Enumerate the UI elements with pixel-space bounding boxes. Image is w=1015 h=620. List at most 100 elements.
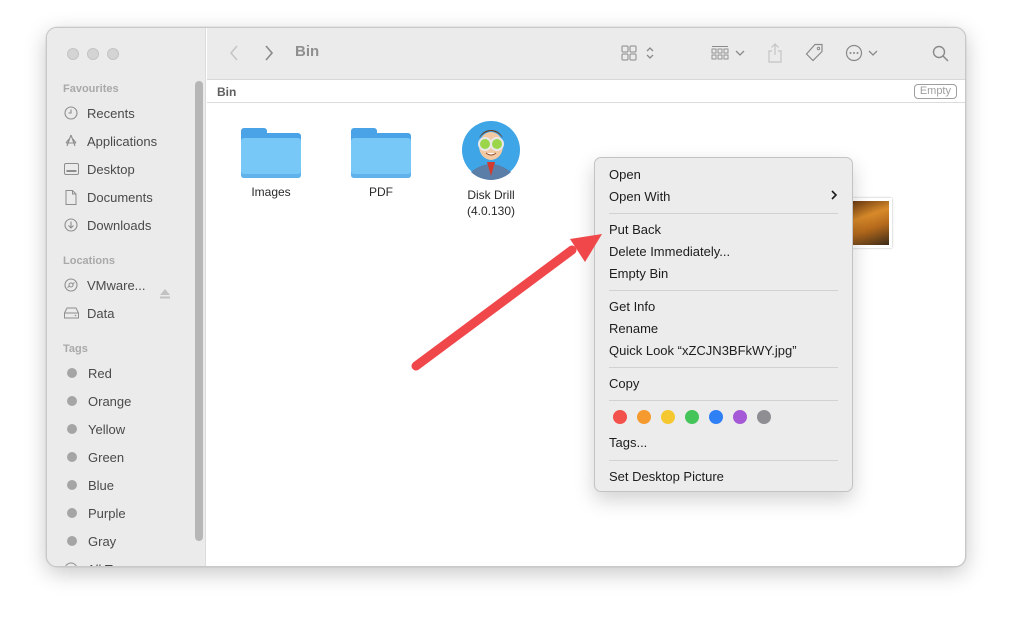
sidebar-item-label: Documents xyxy=(87,189,153,205)
tag-color-row xyxy=(613,410,771,424)
sidebar-tag-blue[interactable]: Blue xyxy=(63,475,183,495)
tag-green-button[interactable] xyxy=(685,410,699,424)
sidebar-item-desktop[interactable]: Desktop xyxy=(63,159,183,179)
sidebar-tag-all[interactable]: All Tags... xyxy=(63,559,183,566)
location-name: Bin xyxy=(217,85,237,99)
sidebar-tag-gray[interactable]: Gray xyxy=(63,531,183,551)
share-icon xyxy=(768,43,782,63)
menu-separator xyxy=(609,460,838,461)
disc-icon xyxy=(63,277,79,293)
sidebar-item-recents[interactable]: Recents xyxy=(63,103,183,123)
image-thumbnail[interactable] xyxy=(850,198,892,248)
sidebar-item-label: VMware... xyxy=(87,277,146,293)
group-icon xyxy=(711,46,729,60)
sidebar-item-label: Data xyxy=(87,305,115,321)
menu-separator xyxy=(609,400,838,401)
file-name: Disk Drill (4.0.130) xyxy=(446,187,536,219)
tags-heading: Tags xyxy=(63,343,88,355)
tag-orange-button[interactable] xyxy=(637,410,651,424)
sidebar-item-label: Green xyxy=(88,449,125,465)
sidebar-item-documents[interactable]: Documents xyxy=(63,187,183,207)
menu-item-copy[interactable]: Copy xyxy=(609,374,838,394)
toolbar: Bin xyxy=(207,28,965,80)
menu-item-label: Open With xyxy=(609,189,671,204)
tag-icon xyxy=(805,43,823,62)
chevron-down-icon xyxy=(735,50,745,56)
sidebar-tag-green[interactable]: Green xyxy=(63,447,183,467)
menu-item-empty-bin[interactable]: Empty Bin xyxy=(609,264,838,284)
tag-dot-icon xyxy=(67,452,77,462)
sidebar-item-label: Desktop xyxy=(87,161,135,177)
menu-item-delete-immediately[interactable]: Delete Immediately... xyxy=(609,242,838,262)
file-name: Images xyxy=(251,185,291,199)
sidebar: Favourites Recents Applications Desktop … xyxy=(47,28,206,566)
locations-heading: Locations xyxy=(63,255,115,267)
all-tags-icon xyxy=(63,561,79,566)
drive-icon xyxy=(63,305,79,321)
sidebar-item-label: Blue xyxy=(88,477,115,493)
icon-grid-icon xyxy=(621,45,637,61)
sidebar-item-data[interactable]: Data xyxy=(63,303,183,323)
tag-blue-button[interactable] xyxy=(709,410,723,424)
eject-icon[interactable] xyxy=(159,286,171,299)
share-button[interactable] xyxy=(767,42,783,64)
sidebar-scrollbar[interactable] xyxy=(195,81,203,541)
menu-item-rename[interactable]: Rename xyxy=(609,319,838,339)
file-item-images[interactable]: Images xyxy=(226,126,316,200)
group-button[interactable] xyxy=(711,42,745,64)
tag-red-button[interactable] xyxy=(613,410,627,424)
sidebar-item-label: Yellow xyxy=(88,421,126,437)
tag-dot-icon xyxy=(67,536,77,546)
sidebar-item-label: Gray xyxy=(88,533,117,549)
menu-item-open-with[interactable]: Open With xyxy=(609,187,838,207)
view-mode-button[interactable] xyxy=(621,42,655,64)
more-icon xyxy=(845,44,863,62)
close-button[interactable] xyxy=(67,48,79,60)
window-controls xyxy=(67,48,119,60)
menu-item-set-desktop-picture[interactable]: Set Desktop Picture xyxy=(609,467,838,487)
favourites-heading: Favourites xyxy=(63,83,119,95)
empty-bin-button[interactable]: Empty xyxy=(913,84,957,99)
tag-purple-button[interactable] xyxy=(733,410,747,424)
menu-item-get-info[interactable]: Get Info xyxy=(609,297,838,317)
minimize-button[interactable] xyxy=(87,48,99,60)
menu-item-quick-look[interactable]: Quick Look “xZCJN3BFkWY.jpg” xyxy=(609,341,838,361)
download-icon xyxy=(63,217,79,233)
tag-button[interactable] xyxy=(804,42,824,64)
sidebar-tag-purple[interactable]: Purple xyxy=(63,503,183,523)
chevron-right-icon xyxy=(830,187,838,207)
sidebar-tag-red[interactable]: Red xyxy=(63,363,183,383)
folder-icon xyxy=(241,126,301,178)
menu-separator xyxy=(609,290,838,291)
menu-item-tags[interactable]: Tags... xyxy=(609,433,838,453)
sidebar-item-label: Red xyxy=(88,365,112,381)
file-name-line2: (4.0.130) xyxy=(466,204,516,218)
menu-separator xyxy=(609,213,838,214)
sidebar-tag-orange[interactable]: Orange xyxy=(63,391,183,411)
file-name-line1: Disk Drill xyxy=(467,188,515,202)
file-name: PDF xyxy=(369,185,393,199)
action-button[interactable] xyxy=(845,42,878,64)
menu-item-open[interactable]: Open xyxy=(609,165,838,185)
menu-separator xyxy=(609,367,838,368)
sidebar-item-label: Recents xyxy=(87,105,135,121)
back-button[interactable] xyxy=(229,42,239,64)
file-item-pdf[interactable]: PDF xyxy=(336,126,426,200)
folder-icon xyxy=(351,126,411,178)
tag-dot-icon xyxy=(67,508,77,518)
sidebar-item-label: Purple xyxy=(88,505,126,521)
forward-button[interactable] xyxy=(264,42,274,64)
search-button[interactable] xyxy=(932,42,949,64)
up-down-chevron-icon xyxy=(646,47,654,59)
applications-icon xyxy=(63,133,79,149)
menu-item-put-back[interactable]: Put Back xyxy=(609,220,838,240)
sidebar-tag-yellow[interactable]: Yellow xyxy=(63,419,183,439)
file-item-disk-drill[interactable]: Disk Drill (4.0.130) xyxy=(446,120,536,219)
tag-gray-button[interactable] xyxy=(757,410,771,424)
tag-dot-icon xyxy=(67,396,77,406)
tag-yellow-button[interactable] xyxy=(661,410,675,424)
sidebar-item-downloads[interactable]: Downloads xyxy=(63,215,183,235)
window-title: Bin xyxy=(295,43,320,60)
zoom-button[interactable] xyxy=(107,48,119,60)
sidebar-item-applications[interactable]: Applications xyxy=(63,131,183,151)
